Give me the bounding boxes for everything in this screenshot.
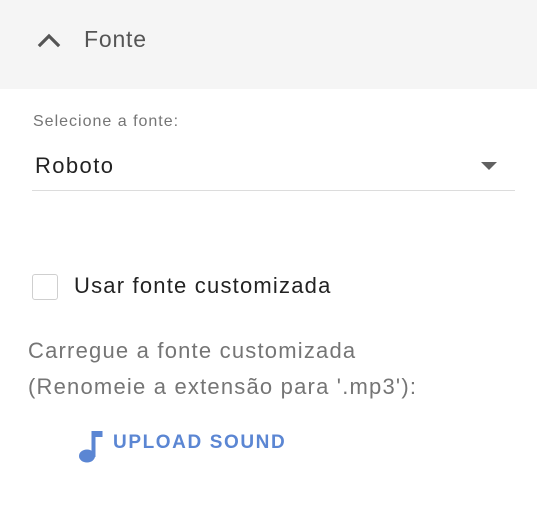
font-select-label: Selecione a fonte: bbox=[33, 113, 180, 130]
chevron-up-icon[interactable] bbox=[36, 30, 62, 50]
upload-instructions-line-1: Carregue a fonte customizada bbox=[28, 338, 357, 363]
font-select[interactable]: Selecione a fonte: Roboto bbox=[32, 108, 515, 191]
upload-instructions-line-2: (Renomeie a extensão para '.mp3'): bbox=[28, 374, 418, 399]
dropdown-arrow-icon[interactable] bbox=[481, 162, 497, 170]
custom-font-checkbox-label[interactable]: Usar fonte customizada bbox=[74, 273, 332, 299]
section-title: Fonte bbox=[84, 26, 147, 52]
upload-instructions: Carregue a fonte customizada (Renomeie a… bbox=[28, 333, 417, 405]
music-note-icon bbox=[79, 431, 103, 463]
upload-sound-button[interactable]: UPLOAD SOUND bbox=[76, 424, 306, 464]
section-header-fonte[interactable]: Fonte bbox=[0, 0, 537, 89]
font-select-value[interactable]: Roboto bbox=[35, 153, 114, 179]
upload-sound-label[interactable]: UPLOAD SOUND bbox=[113, 432, 286, 454]
custom-font-checkbox[interactable] bbox=[32, 274, 58, 300]
